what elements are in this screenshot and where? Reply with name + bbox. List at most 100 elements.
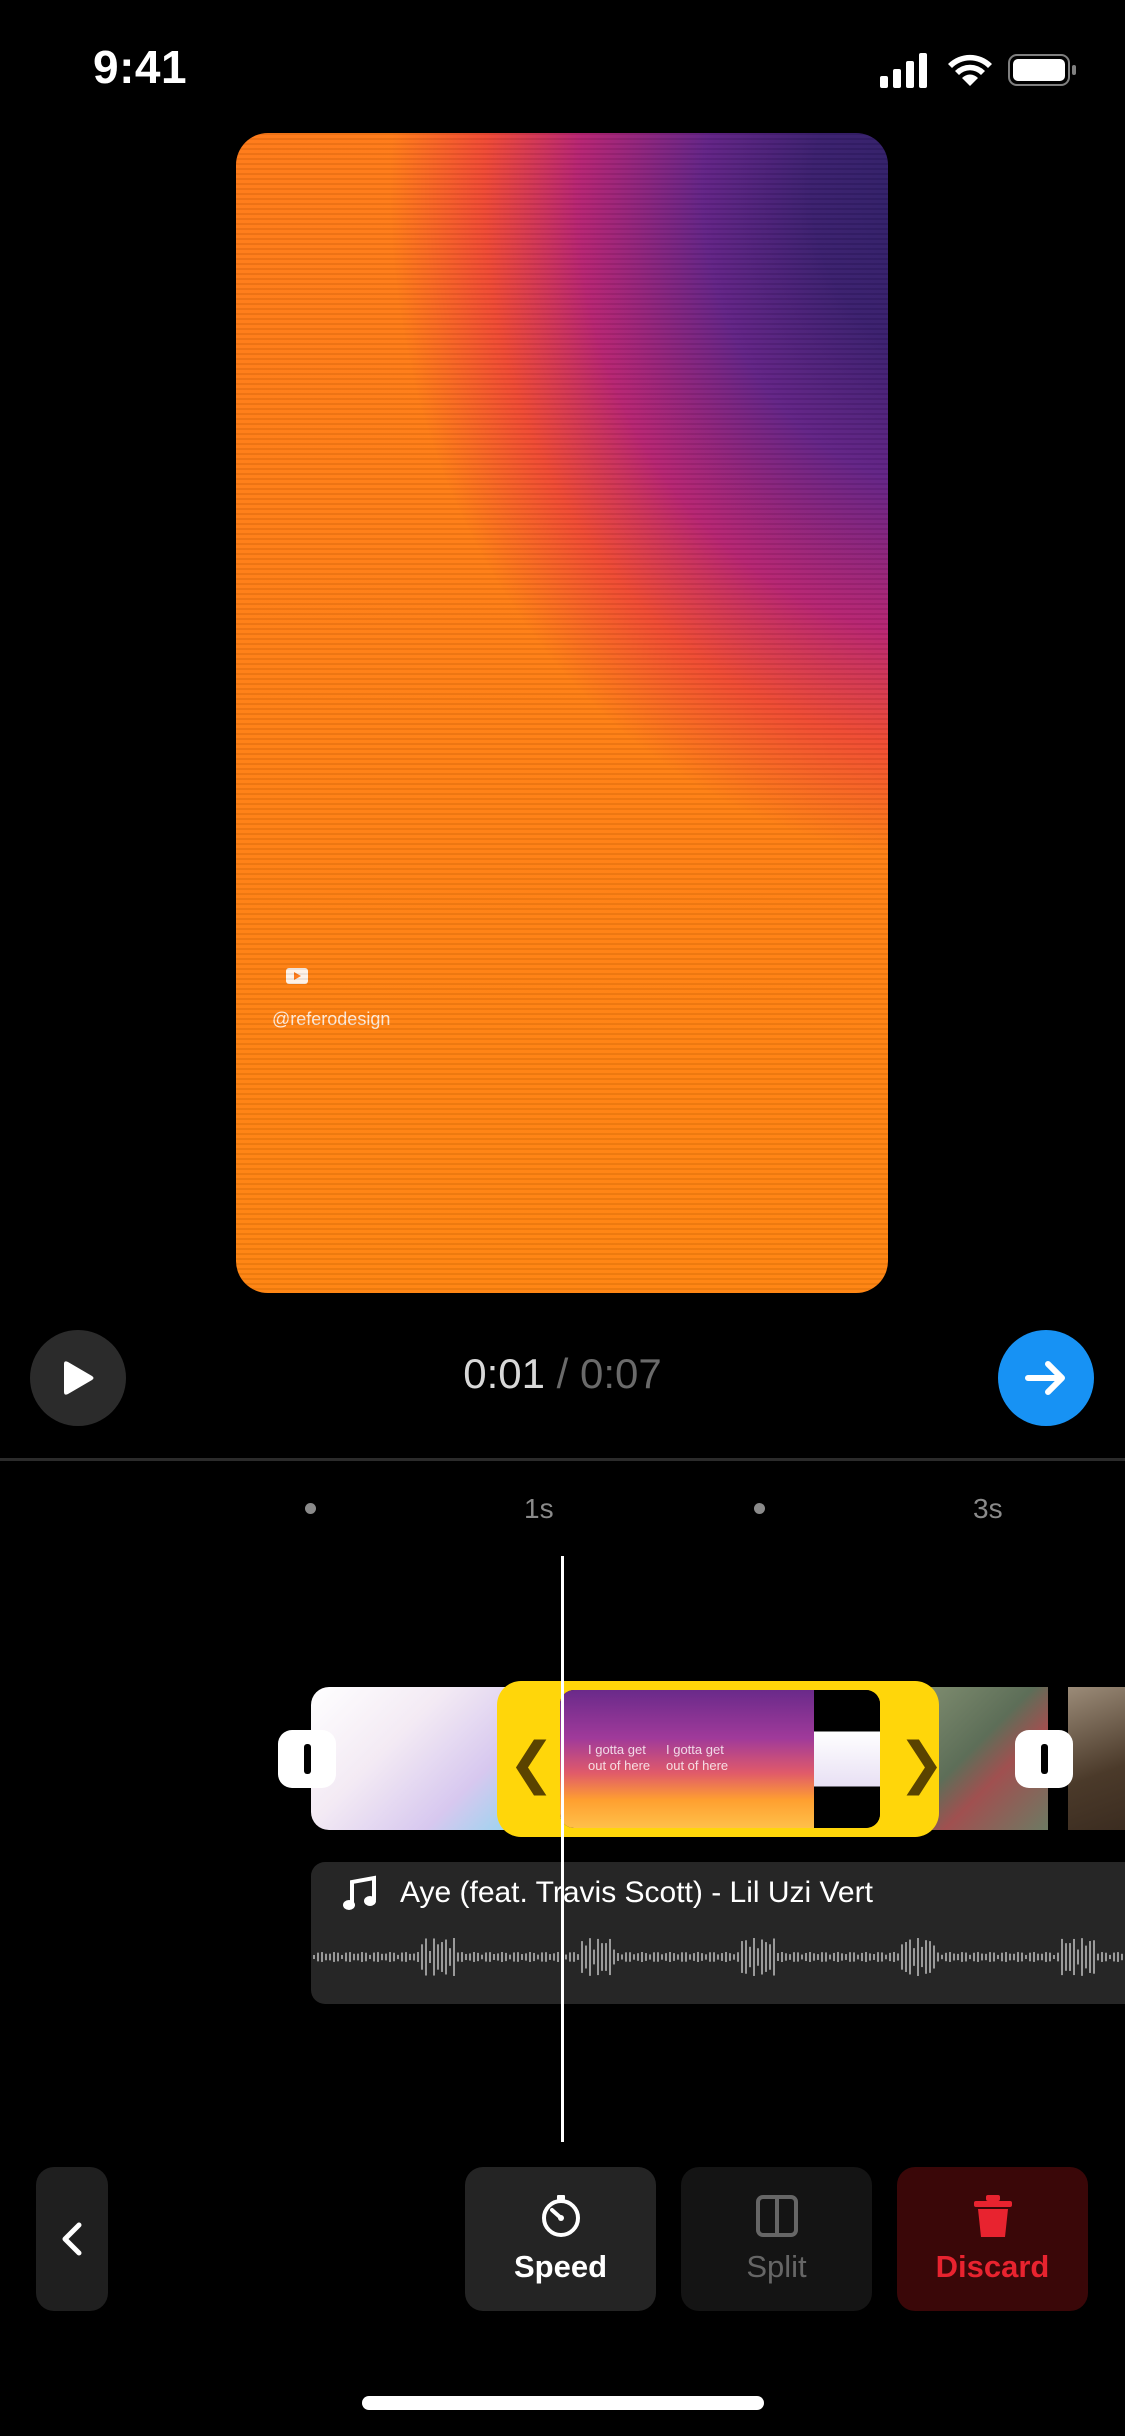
waveform-bar bbox=[909, 1939, 911, 1975]
waveform-bar bbox=[385, 1953, 387, 1961]
waveform-bar bbox=[669, 1952, 671, 1962]
waveform-bar bbox=[689, 1954, 691, 1960]
audio-waveform bbox=[313, 1938, 1123, 1976]
waveform-bar bbox=[545, 1952, 547, 1962]
clip-frame bbox=[814, 1690, 880, 1828]
waveform-bar bbox=[1121, 1953, 1123, 1961]
watermark-text: @referodesign bbox=[272, 1009, 391, 1029]
waveform-bar bbox=[481, 1954, 483, 1960]
waveform-bar bbox=[621, 1954, 623, 1960]
clip-frame bbox=[736, 1690, 814, 1828]
waveform-bar bbox=[957, 1953, 959, 1961]
wifi-icon bbox=[948, 54, 992, 86]
waveform-bar bbox=[581, 1941, 583, 1973]
waveform-bar bbox=[865, 1952, 867, 1962]
waveform-bar bbox=[769, 1944, 771, 1970]
waveform-bar bbox=[1113, 1952, 1115, 1962]
clip-boundary-handle-left[interactable] bbox=[278, 1730, 336, 1788]
waveform-bar bbox=[1041, 1953, 1043, 1961]
waveform-bar bbox=[749, 1946, 751, 1968]
waveform-bar bbox=[1057, 1952, 1059, 1962]
waveform-bar bbox=[369, 1954, 371, 1960]
waveform-bar bbox=[541, 1952, 543, 1962]
waveform-bar bbox=[557, 1952, 559, 1962]
trim-handle-left-chevron-icon[interactable]: ❮ bbox=[508, 1730, 555, 1796]
total-time: 0:07 bbox=[580, 1350, 662, 1397]
waveform-bar bbox=[721, 1953, 723, 1961]
waveform-bar bbox=[533, 1952, 535, 1962]
waveform-bar bbox=[397, 1954, 399, 1960]
waveform-bar bbox=[357, 1953, 359, 1961]
waveform-bar bbox=[741, 1941, 743, 1973]
waveform-bar bbox=[781, 1952, 783, 1962]
split-icon bbox=[755, 2195, 798, 2237]
waveform-bar bbox=[673, 1953, 675, 1961]
video-clip[interactable] bbox=[311, 1687, 511, 1830]
waveform-bar bbox=[413, 1953, 415, 1961]
video-clip[interactable] bbox=[1068, 1687, 1125, 1830]
waveform-bar bbox=[417, 1952, 419, 1962]
waveform-bar bbox=[837, 1952, 839, 1962]
clip-frame: I gotta get out of here bbox=[580, 1690, 658, 1828]
waveform-bar bbox=[377, 1952, 379, 1962]
waveform-bar bbox=[921, 1946, 923, 1968]
waveform-bar bbox=[929, 1941, 931, 1973]
video-preview[interactable]: @referodesign bbox=[236, 133, 888, 1293]
waveform-bar bbox=[329, 1953, 331, 1961]
waveform-bar bbox=[1093, 1940, 1095, 1974]
waveform-bar bbox=[857, 1954, 859, 1960]
waveform-bar bbox=[729, 1953, 731, 1961]
waveform-bar bbox=[477, 1952, 479, 1962]
speedometer-icon bbox=[541, 2195, 580, 2237]
waveform-bar bbox=[429, 1950, 431, 1964]
waveform-bar bbox=[1017, 1952, 1019, 1962]
waveform-bar bbox=[373, 1952, 375, 1962]
ruler-label-3s: 3s bbox=[973, 1493, 1003, 1524]
split-button[interactable]: Split bbox=[681, 2167, 872, 2311]
discard-button[interactable]: Discard bbox=[897, 2167, 1088, 2311]
ruler-label-1s: 1s bbox=[524, 1493, 554, 1524]
chevron-left-icon bbox=[62, 2222, 82, 2256]
waveform-bar bbox=[757, 1948, 759, 1966]
waveform-bar bbox=[593, 1949, 595, 1965]
waveform-bar bbox=[505, 1952, 507, 1962]
waveform-bar bbox=[317, 1952, 319, 1962]
waveform-bar bbox=[717, 1954, 719, 1960]
waveform-bar bbox=[765, 1942, 767, 1972]
waveform-bar bbox=[917, 1938, 919, 1976]
back-button[interactable] bbox=[36, 2167, 108, 2311]
waveform-bar bbox=[861, 1952, 863, 1962]
waveform-bar bbox=[1081, 1938, 1083, 1976]
waveform-bar bbox=[573, 1952, 575, 1962]
selected-clip-frames: I gotta get out of here I gotta get out … bbox=[560, 1690, 880, 1828]
frame-caption: I gotta get out of here bbox=[588, 1742, 651, 1773]
speed-button[interactable]: Speed bbox=[465, 2167, 656, 2311]
waveform-bar bbox=[1069, 1943, 1071, 1971]
waveform-bar bbox=[849, 1952, 851, 1962]
waveform-bar bbox=[977, 1952, 979, 1962]
next-button[interactable] bbox=[998, 1330, 1094, 1426]
waveform-bar bbox=[885, 1954, 887, 1960]
trim-handle-right-chevron-icon[interactable]: ❯ bbox=[898, 1730, 945, 1796]
waveform-bar bbox=[497, 1953, 499, 1961]
waveform-bar bbox=[517, 1952, 519, 1962]
waveform-bar bbox=[345, 1952, 347, 1962]
waveform-bar bbox=[1105, 1952, 1107, 1962]
waveform-bar bbox=[817, 1954, 819, 1960]
waveform-bar bbox=[457, 1952, 459, 1962]
waveform-bar bbox=[825, 1952, 827, 1962]
status-time: 9:41 bbox=[93, 41, 188, 93]
waveform-bar bbox=[941, 1954, 943, 1960]
waveform-bar bbox=[645, 1953, 647, 1961]
waveform-bar bbox=[521, 1954, 523, 1960]
status-icons bbox=[880, 53, 1076, 88]
waveform-bar bbox=[569, 1952, 571, 1962]
waveform-bar bbox=[1021, 1952, 1023, 1962]
clip-boundary-handle-right[interactable] bbox=[1015, 1730, 1073, 1788]
watermark-logo-icon bbox=[286, 968, 308, 984]
waveform-bar bbox=[989, 1952, 991, 1962]
playhead[interactable] bbox=[561, 1556, 564, 2142]
waveform-bar bbox=[1073, 1938, 1075, 1976]
waveform-bar bbox=[737, 1952, 739, 1962]
waveform-bar bbox=[425, 1938, 427, 1976]
